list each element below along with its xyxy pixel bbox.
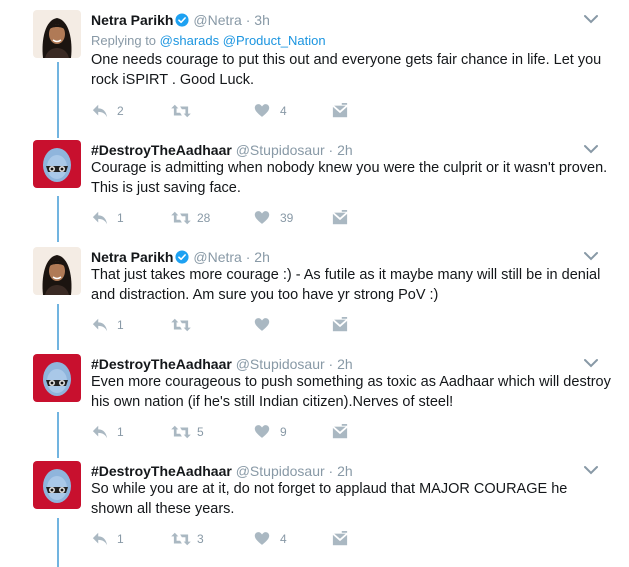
timestamp[interactable]: 2h [254,249,270,265]
tweet-header: #DestroyTheAadhaar @Stupidosaur · 2h [91,462,353,480]
tweet-header: Netra Parikh @Netra · 3h [91,11,270,29]
heart-icon [254,317,270,332]
tweet-text: Even more courageous to push something a… [91,374,611,410]
heart-icon [254,103,270,118]
username[interactable]: @Stupidosaur [236,142,325,158]
reply-count: 1 [117,532,124,546]
replying-to: Replying to @sharads @Product_Nation [91,33,326,49]
like-count: 4 [280,532,287,546]
tweet-header: #DestroyTheAadhaar @Stupidosaur · 2h [91,355,353,373]
tweet[interactable]: Netra Parikh @Netra · 3h Replying to @sh… [0,10,629,125]
tweet-actions: 1 5 9 [91,423,371,441]
reply-count: 1 [117,211,124,225]
separator: · [328,356,334,372]
avatar[interactable] [33,10,81,58]
verified-badge-icon [175,250,189,264]
retweet-icon [171,317,191,333]
direct-message-icon [332,103,348,119]
tweet-text: One needs courage to put this out and ev… [91,52,602,88]
separator: · [328,463,334,479]
username[interactable]: @Netra [193,249,241,265]
direct-message-icon [332,210,348,226]
tweet-actions: 1 28 39 [91,209,371,227]
tweet-text: Courage is admitting when nobody knew yo… [91,160,608,196]
username[interactable]: @Netra [193,12,241,28]
retweet-icon [171,531,191,547]
retweet-count: 28 [197,211,211,225]
reply-count: 2 [117,104,124,118]
timestamp[interactable]: 2h [337,142,353,158]
tweet[interactable]: Netra Parikh @Netra · 2h That just takes… [0,247,629,339]
like-count: 39 [280,211,294,225]
avatar[interactable] [33,354,81,402]
tweet-actions: 1 3 4 [91,530,371,548]
chevron-down-icon[interactable] [584,465,598,475]
retweet-count: 5 [197,425,204,439]
verified-badge-icon [175,13,189,27]
separator: · [328,142,334,158]
tweet-text: That just takes more courage :) - As fut… [91,267,601,303]
tweet-text: So while you are at it, do not forget to… [91,481,568,517]
replying-mention[interactable]: @sharads [160,33,219,48]
reply-count: 1 [117,425,124,439]
like-count: 9 [280,425,287,439]
display-name[interactable]: #DestroyTheAadhaar [91,142,232,158]
replying-mention[interactable]: @Product_Nation [223,33,326,48]
username[interactable]: @Stupidosaur [236,463,325,479]
reply-icon [91,210,109,226]
tweet-header: Netra Parikh @Netra · 2h [91,248,270,266]
avatar[interactable] [33,461,81,509]
display-name[interactable]: Netra Parikh [91,12,173,28]
separator: · [245,12,251,28]
tweet[interactable]: #DestroyTheAadhaar @Stupidosaur · 2h Cou… [0,140,629,232]
like-count: 4 [280,104,287,118]
timestamp[interactable]: 3h [254,12,270,28]
heart-icon [254,531,270,546]
reply-icon [91,424,109,440]
display-name[interactable]: #DestroyTheAadhaar [91,463,232,479]
retweet-icon [171,103,191,119]
avatar[interactable] [33,247,81,295]
chevron-down-icon[interactable] [584,144,598,154]
chevron-down-icon[interactable] [584,251,598,261]
retweet-icon [171,210,191,226]
direct-message-icon [332,531,348,547]
reply-count: 1 [117,318,124,332]
timestamp[interactable]: 2h [337,356,353,372]
tweet-actions: 1 [91,316,371,334]
tweet[interactable]: #DestroyTheAadhaar @Stupidosaur · 2h So … [0,461,629,553]
tweet-actions: 2 4 [91,102,371,120]
avatar[interactable] [33,140,81,188]
heart-icon [254,424,270,439]
reply-icon [91,317,109,333]
display-name[interactable]: Netra Parikh [91,249,173,265]
chevron-down-icon[interactable] [584,358,598,368]
separator: · [245,249,251,265]
tweet-header: #DestroyTheAadhaar @Stupidosaur · 2h [91,141,353,159]
username[interactable]: @Stupidosaur [236,356,325,372]
heart-icon [254,210,270,225]
chevron-down-icon[interactable] [584,14,598,24]
tweet[interactable]: #DestroyTheAadhaar @Stupidosaur · 2h Eve… [0,354,629,446]
direct-message-icon [332,317,348,333]
display-name[interactable]: #DestroyTheAadhaar [91,356,232,372]
timestamp[interactable]: 2h [337,463,353,479]
reply-icon [91,531,109,547]
reply-icon [91,103,109,119]
retweet-icon [171,424,191,440]
retweet-count: 3 [197,532,204,546]
replying-label: Replying to [91,33,157,48]
direct-message-icon [332,424,348,440]
